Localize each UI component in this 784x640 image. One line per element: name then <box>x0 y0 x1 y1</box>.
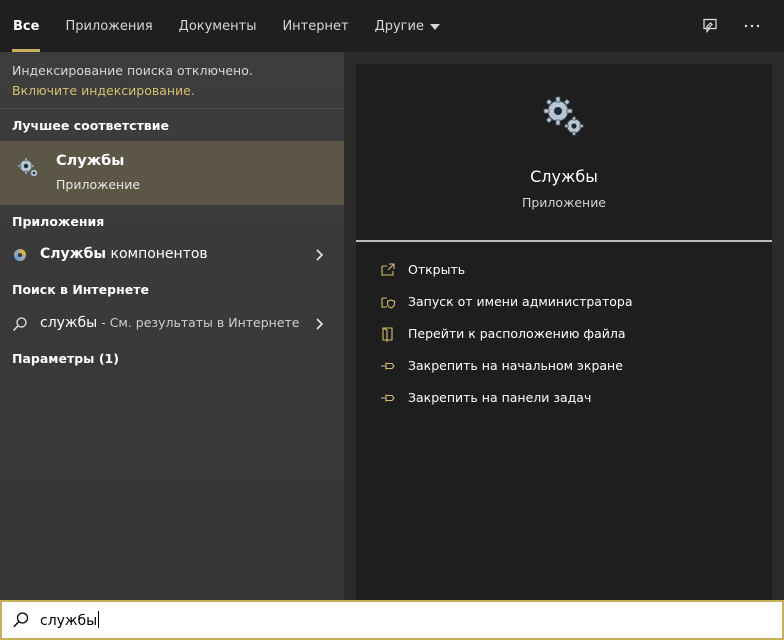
services-gears-icon <box>543 96 584 136</box>
open-action[interactable]: Открыть <box>356 256 772 284</box>
open-icon <box>381 263 395 276</box>
enable-indexing-link[interactable]: Включите индексирование. <box>12 83 195 98</box>
pin-to-taskbar-action[interactable]: Закрепить на панели задач <box>356 384 772 412</box>
search-icon <box>13 317 27 331</box>
web-search-heading: Поиск в Интернете <box>12 282 149 297</box>
web-result-item[interactable]: службы - См. результаты в Интернете <box>0 309 344 339</box>
chevron-down-icon <box>429 23 440 30</box>
divider <box>0 108 344 109</box>
open-file-location-action[interactable]: Перейти к расположению файла <box>356 320 772 348</box>
results-panel: Индексирование поиска отключено. Включит… <box>0 52 344 600</box>
pin-to-start-action[interactable]: Закрепить на начальном экране <box>356 352 772 380</box>
chevron-right-icon[interactable] <box>310 246 328 264</box>
search-input[interactable]: службы <box>40 611 100 629</box>
tab-documents[interactable]: Документы <box>166 0 270 52</box>
app-result-item[interactable]: Службы компонентов <box>0 240 344 270</box>
tab-web[interactable]: Интернет <box>269 0 361 52</box>
text-cursor <box>98 611 100 628</box>
best-match-subtitle: Приложение <box>56 177 141 192</box>
more-options-icon[interactable] <box>738 12 766 40</box>
pin-taskbar-icon <box>381 394 395 402</box>
preview-panel: Службы Приложение Открыть Запуск от имен… <box>356 64 772 600</box>
app-result-title-rest: компонентов <box>106 246 208 262</box>
search-tab-bar: Все Приложения Документы Интернет Другие <box>0 0 784 52</box>
divider <box>356 240 772 242</box>
best-match-title: Службы <box>56 153 125 169</box>
feedback-icon[interactable] <box>696 12 724 40</box>
settings-heading[interactable]: Параметры (1) <box>12 351 119 366</box>
apps-heading: Приложения <box>12 214 105 229</box>
component-services-icon <box>14 249 26 261</box>
chevron-right-icon[interactable] <box>310 315 328 333</box>
best-match-item[interactable]: Службы Приложение <box>0 141 344 205</box>
tab-list: Все Приложения Документы Интернет Другие <box>0 0 453 52</box>
file-location-icon <box>382 327 393 342</box>
preview-title: Службы <box>530 167 598 186</box>
indexing-notice: Индексирование поиска отключено. <box>12 63 253 78</box>
app-result-title-bold: Службы <box>40 246 107 262</box>
tab-more[interactable]: Другие <box>362 0 453 52</box>
web-result-suffix: - См. результаты в Интернете <box>97 315 300 330</box>
web-result-query: службы <box>40 315 98 331</box>
run-as-admin-action[interactable]: Запуск от имени администратора <box>356 288 772 316</box>
search-icon <box>13 612 29 628</box>
run-as-admin-icon <box>381 297 396 309</box>
tab-apps[interactable]: Приложения <box>52 0 165 52</box>
services-gears-icon <box>17 157 38 177</box>
tab-all[interactable]: Все <box>0 0 52 52</box>
preview-subtitle: Приложение <box>521 195 607 210</box>
best-match-heading: Лучшее соответствие <box>12 118 169 133</box>
pin-start-icon <box>381 362 395 370</box>
search-box[interactable]: службы <box>0 600 784 640</box>
